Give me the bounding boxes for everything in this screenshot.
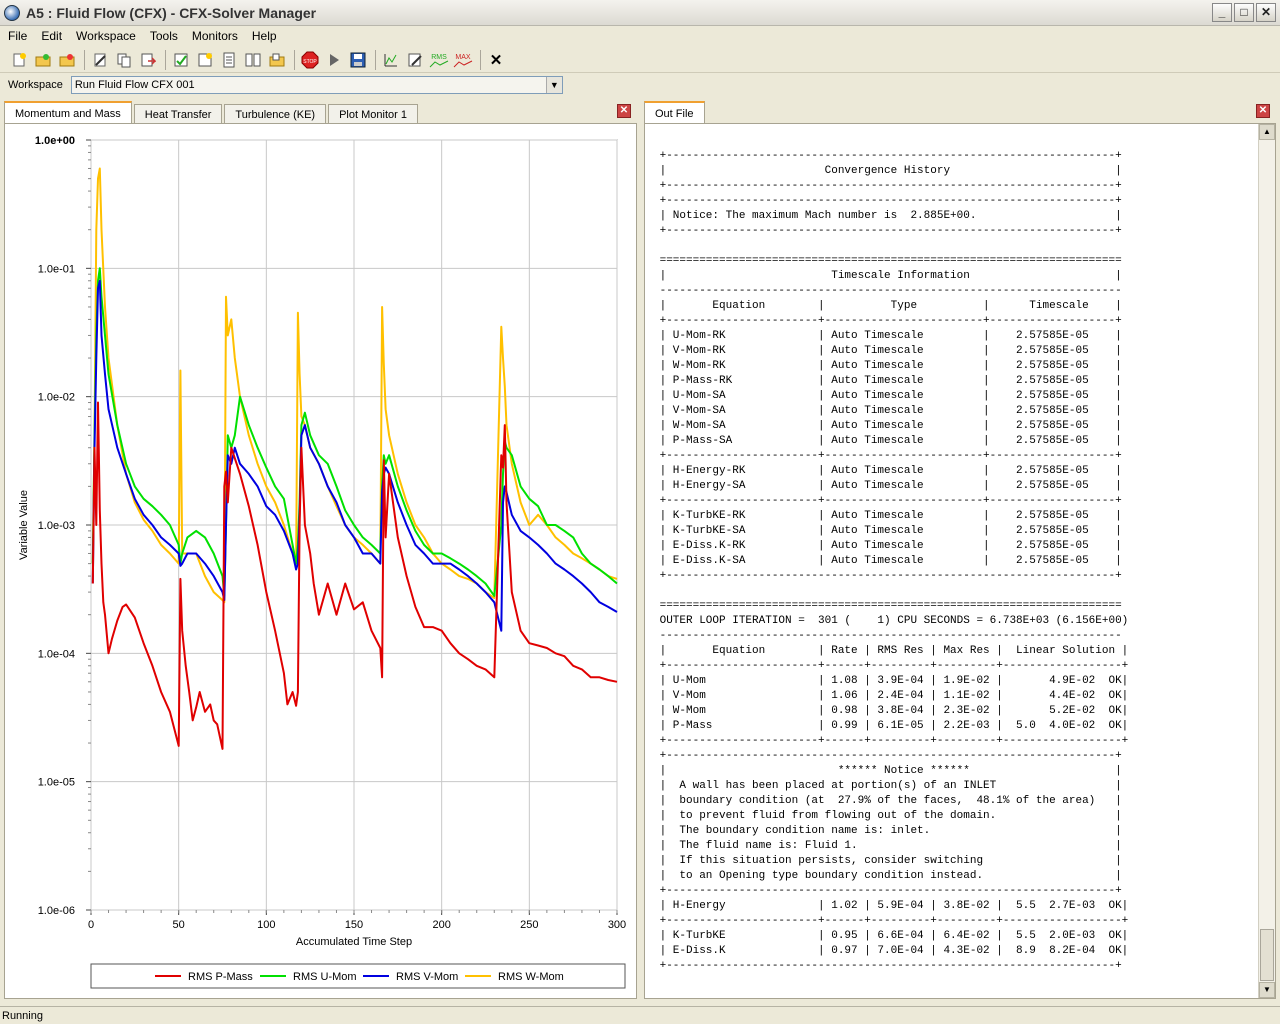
toolbar-separator (480, 49, 481, 70)
svg-text:MAX: MAX (455, 54, 471, 61)
tab-momentum-and-mass[interactable]: Momentum and Mass (4, 101, 132, 124)
close-outfile-panel-icon[interactable]: ✕ (1256, 104, 1270, 118)
maximize-button[interactable]: □ (1234, 3, 1254, 22)
svg-text:RMS: RMS (431, 54, 447, 61)
scroll-thumb[interactable] (1260, 929, 1274, 981)
play-icon[interactable] (323, 49, 345, 71)
x-tick-label: 200 (432, 919, 450, 931)
tab-out-file[interactable]: Out File (644, 101, 705, 124)
edit-run-icon[interactable] (89, 49, 111, 71)
toolbar-separator (84, 49, 85, 70)
title-bar: A5 : Fluid Flow (CFX) - CFX-Solver Manag… (0, 0, 1280, 26)
menu-monitors[interactable]: Monitors (188, 29, 242, 43)
workspace-select[interactable]: Run Fluid Flow CFX 001 ▼ (70, 76, 563, 94)
workspace-label: Workspace (8, 79, 63, 91)
save-icon[interactable] (347, 49, 369, 71)
status-bar: Running (0, 1006, 1280, 1024)
edit-monitor-icon[interactable] (404, 49, 426, 71)
workspace-folder-icon[interactable] (266, 49, 288, 71)
new-run-icon[interactable] (8, 49, 30, 71)
status-text: Running (2, 1009, 43, 1022)
y-tick-label: 1.0e-03 (38, 520, 75, 532)
close-monitor-panel-icon[interactable]: ✕ (617, 104, 631, 118)
y-tick-label: 1.0e-02 (38, 392, 75, 404)
outfile-scrollbar[interactable]: ▲ ▼ (1258, 124, 1275, 998)
menu-bar: File Edit Workspace Tools Monitors Help (0, 26, 1280, 46)
toolbar-separator (165, 49, 166, 70)
legend-label-w_mom: RMS W-Mom (498, 971, 564, 983)
workspace-select-value: Run Fluid Flow CFX 001 (74, 79, 195, 91)
stop-run-icon[interactable]: STOP (299, 49, 321, 71)
y-tick-label: 1.0e-06 (38, 905, 75, 917)
outfile-tabs: Out File (644, 100, 1276, 124)
monitor-panel: Momentum and Mass Heat Transfer Turbulen… (4, 100, 637, 999)
minimize-button[interactable]: _ (1212, 3, 1232, 22)
y-tick-label: 1.0e-01 (38, 263, 75, 275)
y-tick-label: 1.0e-04 (38, 648, 75, 660)
window-title: A5 : Fluid Flow (CFX) - CFX-Solver Manag… (26, 4, 317, 21)
menu-edit[interactable]: Edit (37, 29, 66, 43)
x-tick-label: 100 (257, 919, 275, 931)
open-run-icon[interactable] (32, 49, 54, 71)
monitor-properties-icon[interactable] (170, 49, 192, 71)
outfile-body: +---------------------------------------… (644, 123, 1276, 999)
text-monitor-icon[interactable] (218, 49, 240, 71)
legend-label-u_mom: RMS U-Mom (293, 971, 357, 983)
y-tick-label: 1.0e-05 (38, 777, 75, 789)
outfile-panel: Out File ✕ +----------------------------… (644, 100, 1276, 999)
menu-workspace[interactable]: Workspace (72, 29, 140, 43)
menu-tools[interactable]: Tools (146, 29, 182, 43)
workspace-bar: Workspace Run Fluid Flow CFX 001 ▼ (0, 74, 1280, 96)
toolbar: STOP RMS MAX ✕ (0, 47, 1280, 73)
y-axis-label: Variable Value (18, 490, 30, 560)
y-tick-label: 1.0e+00 (35, 135, 75, 147)
max-residual-icon[interactable]: MAX (452, 49, 474, 71)
plot-monitor-icon[interactable] (380, 49, 402, 71)
x-tick-label: 150 (345, 919, 363, 931)
x-tick-label: 0 (88, 919, 94, 931)
legend-label-p_mass: RMS P-Mass (188, 971, 253, 983)
open-results-icon[interactable] (56, 49, 78, 71)
tab-heat-transfer[interactable]: Heat Transfer (133, 104, 223, 124)
copy-icon[interactable] (113, 49, 135, 71)
x-tick-label: 300 (608, 919, 626, 931)
outfile-text: +---------------------------------------… (653, 134, 1253, 996)
toolbar-separator (375, 49, 376, 70)
outfile-content: +---------------------------------------… (659, 150, 1129, 972)
x-axis-label: Accumulated Time Step (296, 936, 412, 948)
x-tick-label: 250 (520, 919, 538, 931)
toolbar-separator (294, 49, 295, 70)
app-icon (4, 4, 20, 21)
rms-residual-icon[interactable]: RMS (428, 49, 450, 71)
close-icon[interactable]: ✕ (485, 49, 507, 71)
legend-label-v_mom: RMS V-Mom (396, 971, 458, 983)
svg-text:STOP: STOP (303, 59, 317, 65)
scroll-down-icon[interactable]: ▼ (1259, 982, 1275, 998)
x-tick-label: 50 (173, 919, 185, 931)
menu-help[interactable]: Help (248, 29, 281, 43)
tab-turbulence-ke[interactable]: Turbulence (KE) (224, 104, 327, 124)
scroll-up-icon[interactable]: ▲ (1259, 124, 1275, 140)
layout-icon[interactable] (242, 49, 264, 71)
menu-file[interactable]: File (4, 29, 31, 43)
close-window-button[interactable]: ✕ (1256, 3, 1276, 22)
new-monitor-icon[interactable] (194, 49, 216, 71)
tab-plot-monitor-1[interactable]: Plot Monitor 1 (328, 104, 418, 124)
residual-chart: 0 50 100 150 200 250 300 1.0e+00 1.0e-01 1.0e-02 1… (18, 135, 626, 989)
export-icon[interactable] (137, 49, 159, 71)
monitor-tabs: Momentum and Mass Heat Transfer Turbulen… (4, 100, 637, 124)
chart-area: 0 50 100 150 200 250 300 1.0e+00 1.0e-01 1.0e-02 1… (4, 123, 637, 999)
chevron-down-icon[interactable]: ▼ (545, 77, 562, 93)
